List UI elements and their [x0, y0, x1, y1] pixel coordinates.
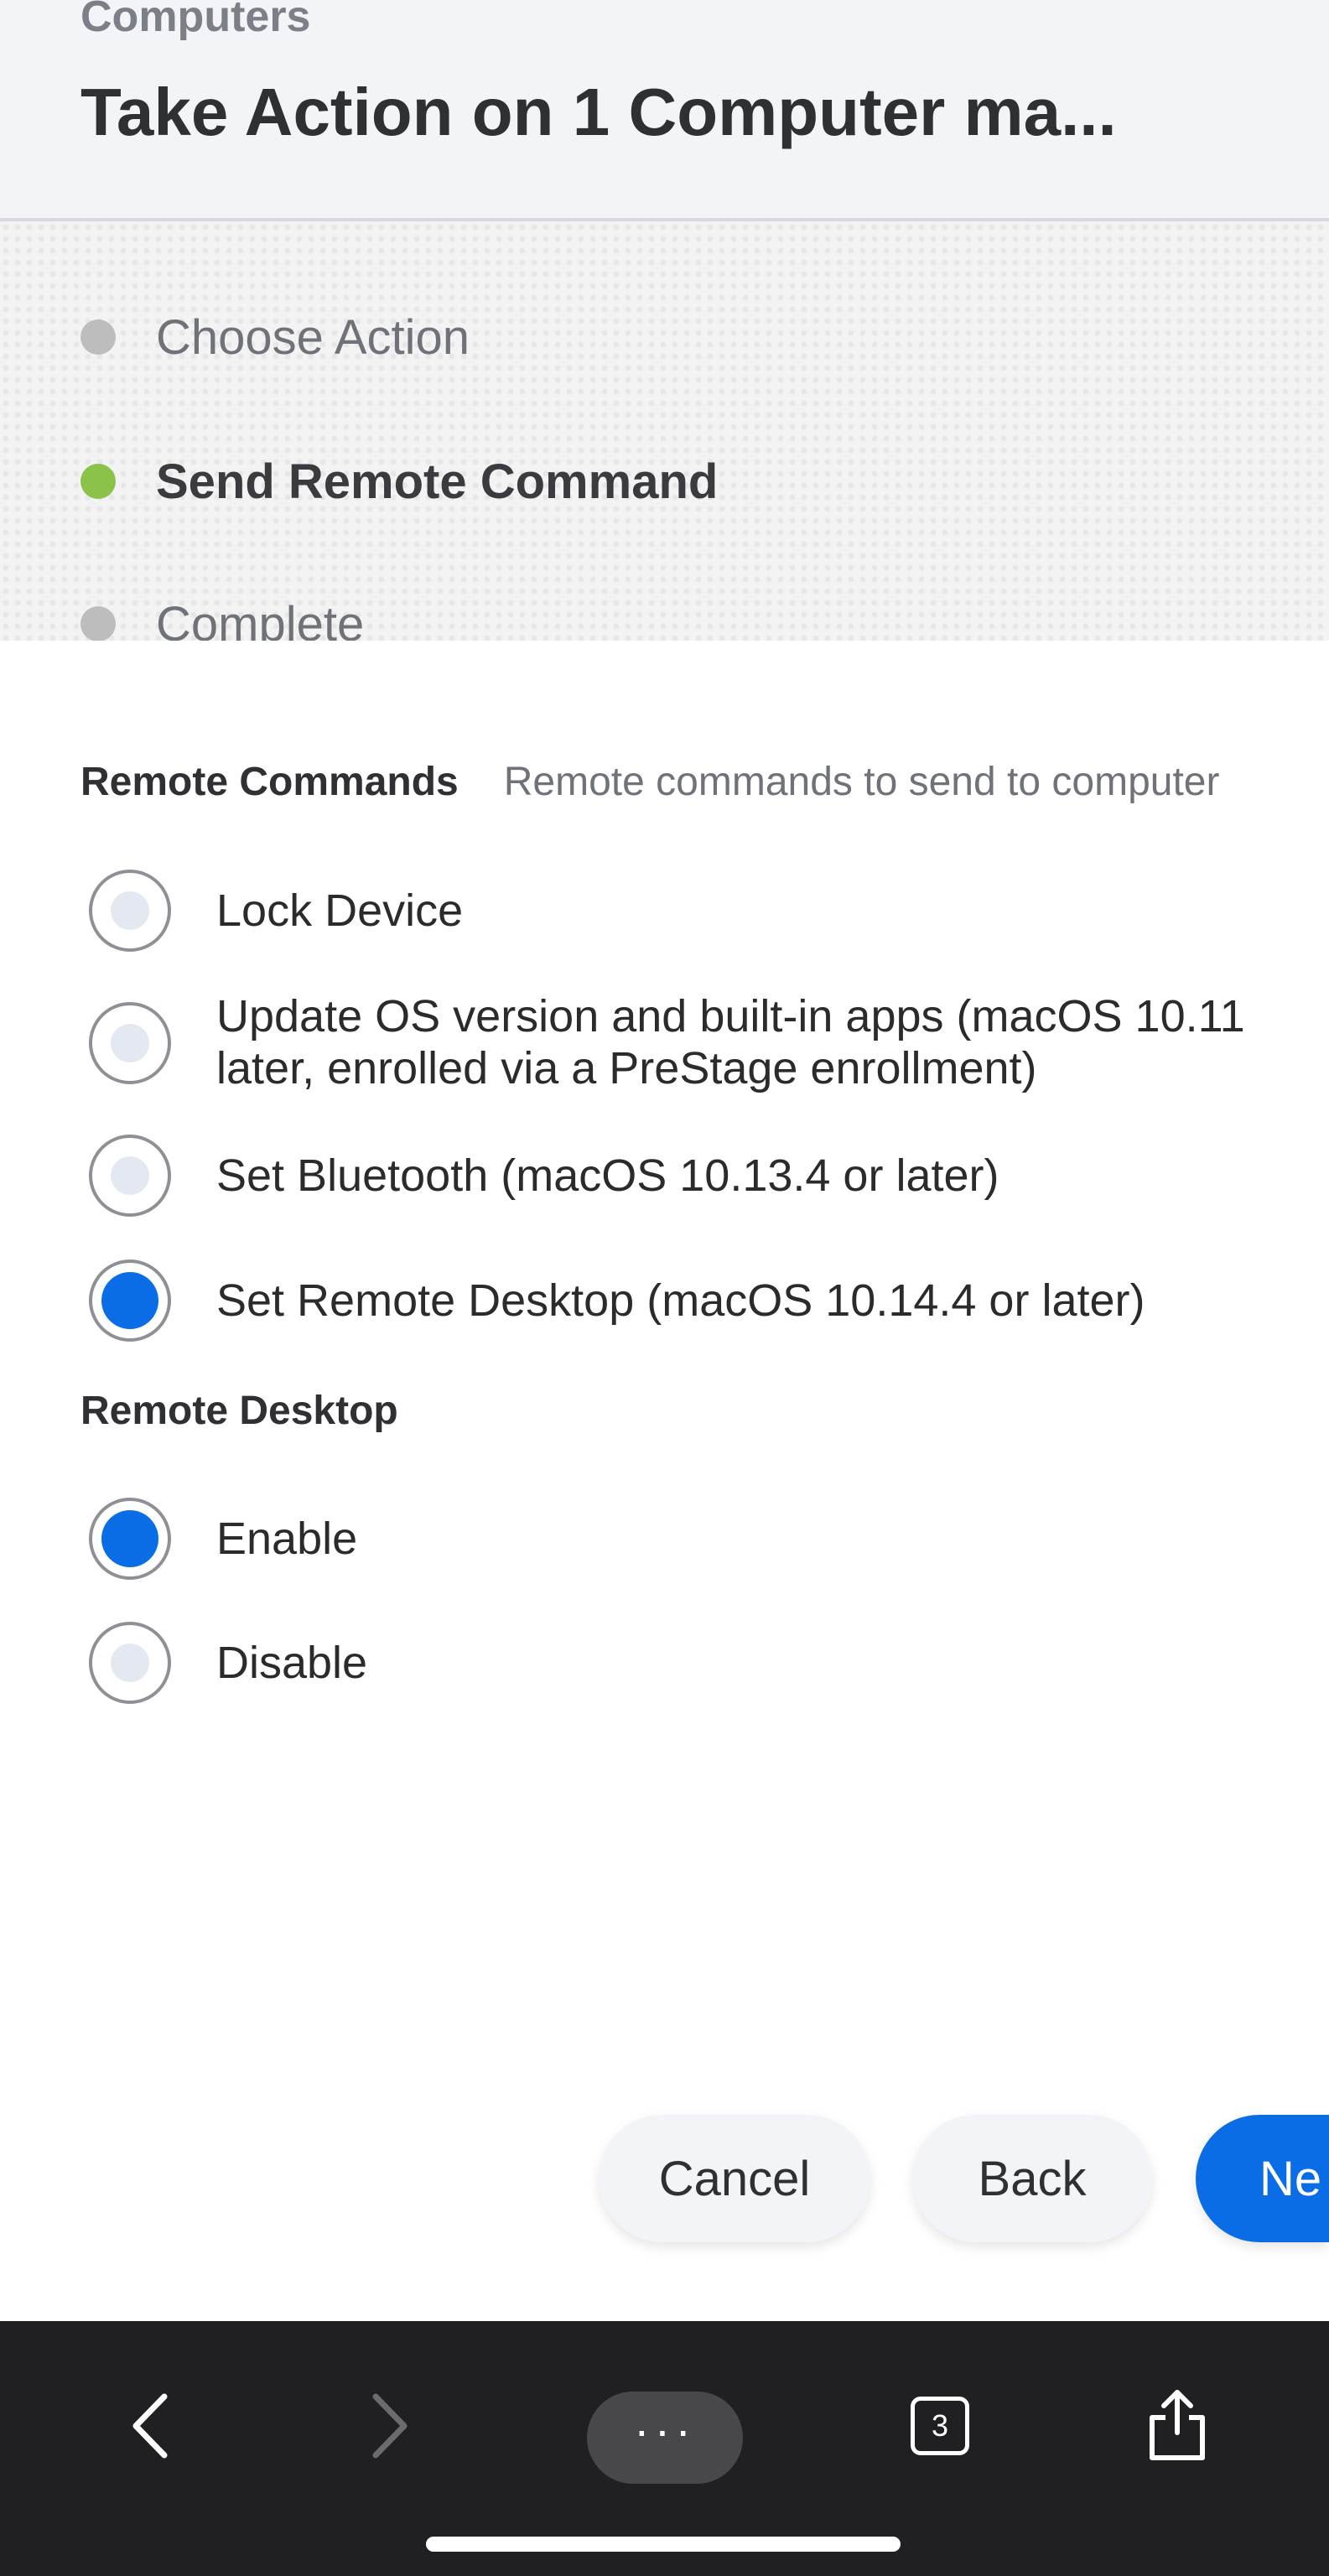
back-button[interactable]: Back [912, 2115, 1152, 2242]
step-complete: Complete [80, 596, 365, 641]
step-send-remote-command: Send Remote Command [80, 454, 718, 509]
radio-lock-device[interactable]: Lock Device [89, 870, 463, 952]
section-title-remote-desktop: Remote Desktop [80, 1389, 398, 1433]
radio-disable[interactable]: Disable [89, 1622, 367, 1704]
more-dots: ··· [634, 2403, 696, 2456]
radio-label: Lock Device [216, 886, 464, 936]
remote-commands-header: Remote Commands Remote commands to send … [80, 759, 1219, 805]
radio-label-line: later, enrolled via a PreStage enrollmen… [216, 1043, 1037, 1093]
wizard-steps: Choose Action Send Remote Command Comple… [0, 221, 1329, 641]
radio-set-remote-desktop[interactable]: Set Remote Desktop (macOS 10.14.4 or lat… [89, 1259, 1145, 1342]
step-indicator-dot [80, 606, 116, 641]
step-label: Choose Action [156, 309, 470, 365]
radio-enable[interactable]: Enable [89, 1498, 357, 1580]
step-indicator-dot [80, 319, 116, 355]
more-icon[interactable]: ··· [587, 2392, 743, 2484]
step-label: Complete [156, 596, 365, 641]
radio-button[interactable] [89, 870, 171, 952]
share-icon[interactable] [1137, 2360, 1217, 2485]
radio-label: Enable [216, 1514, 358, 1564]
breadcrumb[interactable]: Computers [80, 0, 310, 42]
section-description: Remote commands to send to computer [503, 760, 1220, 804]
radio-button[interactable] [89, 1622, 171, 1704]
step-label: Send Remote Command [156, 454, 719, 509]
radio-button-selected[interactable] [89, 1259, 171, 1342]
forward-arrow-icon[interactable] [356, 2363, 423, 2489]
page-header: Computers Take Action on 1 Computer ma..… [0, 0, 1329, 221]
tab-count: 3 [911, 2397, 969, 2455]
radio-button-selected[interactable] [89, 1498, 171, 1580]
radio-label-line: Update OS version and built-in apps (mac… [216, 991, 1245, 1041]
radio-set-bluetooth[interactable]: Set Bluetooth (macOS 10.13.4 or later) [89, 1135, 999, 1217]
radio-button[interactable] [89, 1135, 171, 1217]
radio-label: Set Bluetooth (macOS 10.13.4 or later) [216, 1150, 999, 1201]
page-title: Take Action on 1 Computer ma... [80, 75, 1117, 149]
step-indicator-dot-active [80, 464, 116, 499]
radio-label: Disable [216, 1638, 368, 1688]
radio-label: Update OS version and built-in apps (mac… [216, 990, 1245, 1094]
tabs-icon[interactable]: 3 [902, 2363, 978, 2489]
step-choose-action: Choose Action [80, 310, 470, 365]
home-indicator [426, 2537, 901, 2552]
section-title: Remote Commands [80, 760, 459, 804]
cancel-button[interactable]: Cancel [599, 2115, 870, 2242]
radio-button[interactable] [89, 1002, 171, 1084]
radio-label: Set Remote Desktop (macOS 10.14.4 or lat… [216, 1275, 1145, 1326]
next-button[interactable]: Ne [1196, 2115, 1329, 2242]
radio-update-os[interactable]: Update OS version and built-in apps (mac… [89, 991, 1245, 1094]
back-arrow-icon[interactable] [117, 2363, 184, 2489]
